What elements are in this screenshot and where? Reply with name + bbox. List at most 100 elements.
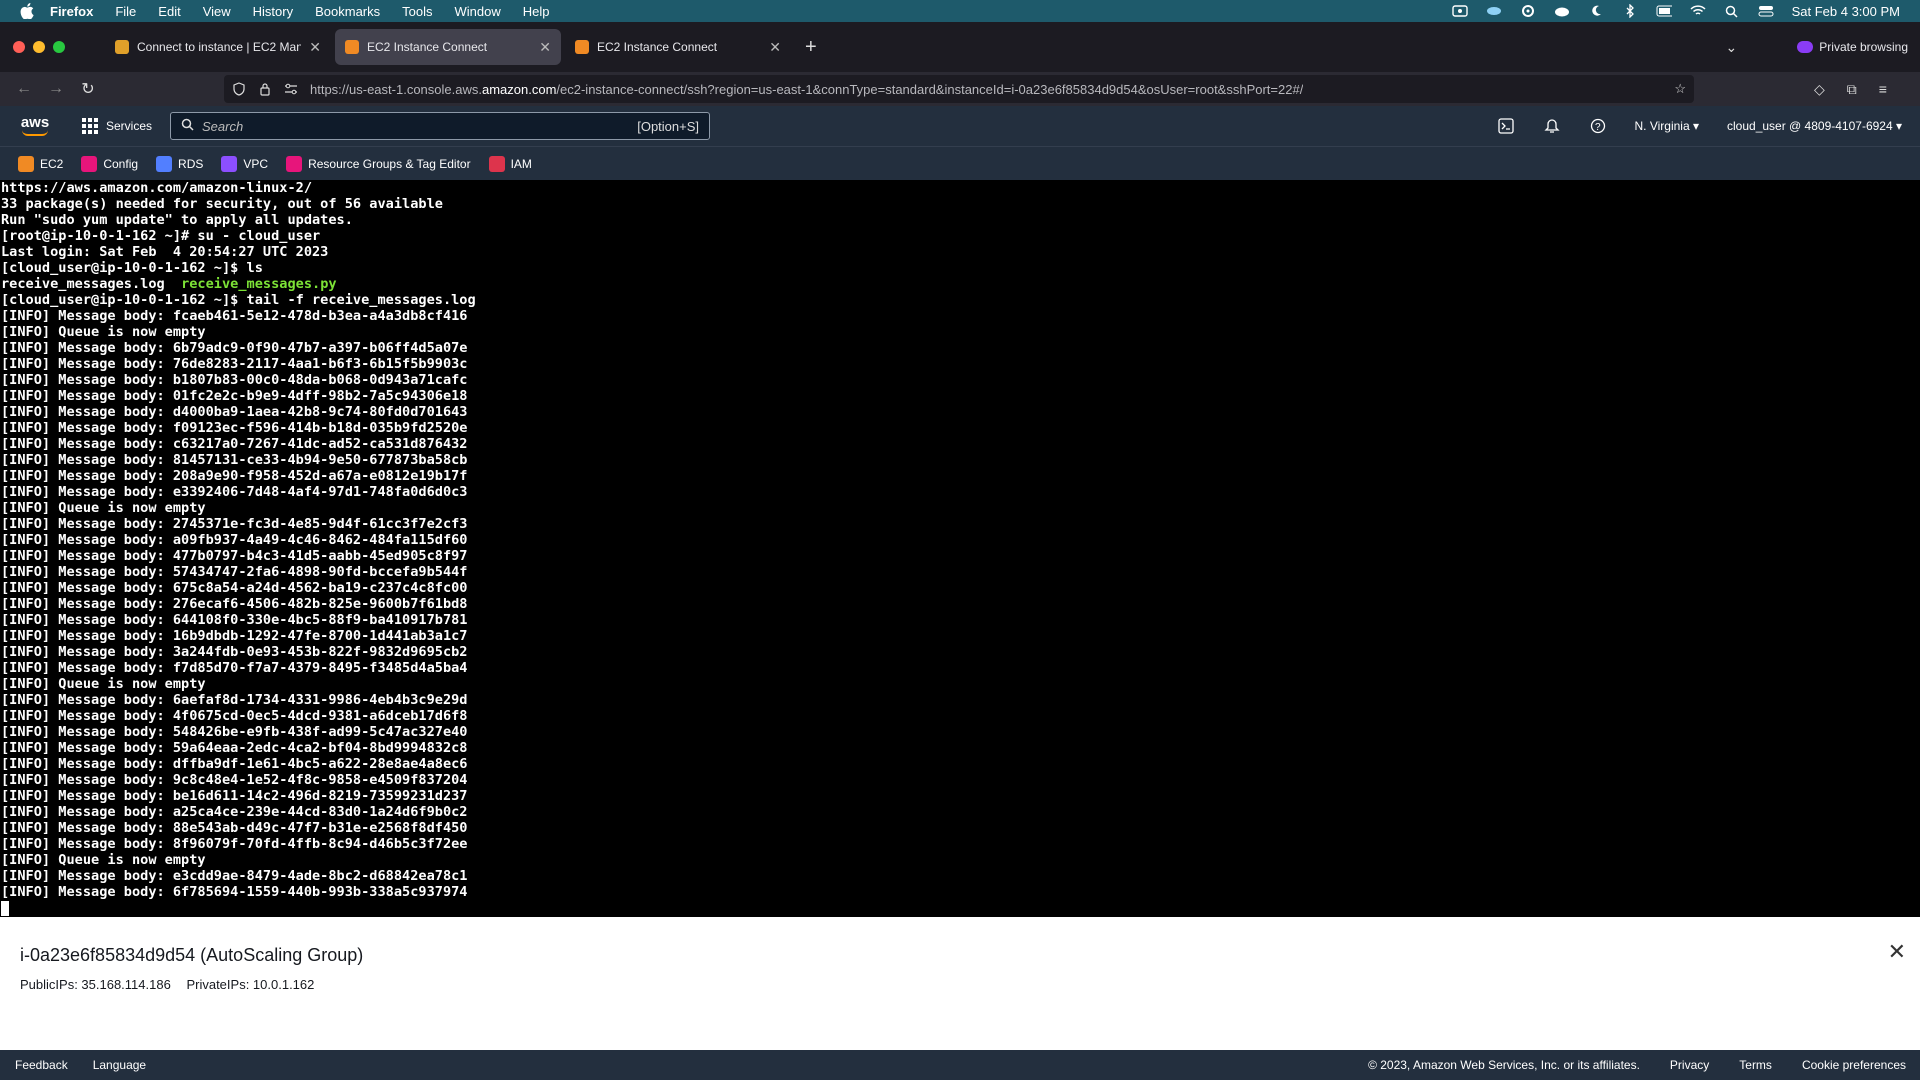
back-arrow-icon[interactable]: ← (8, 80, 40, 98)
private-ips: PrivateIPs: 10.0.1.162 (186, 977, 315, 992)
terminal-line: [INFO] Message body: 6f785694-1559-440b-… (1, 884, 468, 900)
favorite-config[interactable]: Config (81, 155, 139, 172)
menubar-datetime[interactable]: Sat Feb 4 3:00 PM (1792, 4, 1900, 19)
feedback-link[interactable]: Feedback (15, 1058, 68, 1072)
bluetooth-icon[interactable] (1622, 4, 1638, 18)
favorite-label: EC2 (40, 156, 64, 171)
services-menu-button[interactable]: Services (82, 118, 152, 134)
account-menu[interactable]: cloud_user @ 4809-4107-6924 ▾ (1727, 119, 1902, 133)
tab-label: EC2 Instance Connect (367, 40, 488, 54)
ssh-terminal[interactable]: https://aws.amazon.com/amazon-linux-2/ 3… (0, 180, 1920, 917)
aws-favorites-bar: EC2 Config RDS VPC Resource Groups & Tag… (0, 146, 1920, 180)
terminal-line: [INFO] Queue is now empty (1, 852, 206, 868)
notifications-bell-icon[interactable] (1543, 117, 1561, 135)
tab-label: EC2 Instance Connect (597, 40, 718, 54)
terminal-line: [INFO] Queue is now empty (1, 500, 206, 516)
favorite-ec2[interactable]: EC2 (18, 155, 64, 172)
privacy-link[interactable]: Privacy (1670, 1058, 1709, 1072)
terminal-line: [INFO] Message body: 675c8a54-a24d-4562-… (1, 580, 468, 596)
tracking-shield-icon[interactable] (232, 82, 246, 96)
cloudshell-icon[interactable] (1497, 117, 1515, 135)
language-link[interactable]: Language (93, 1058, 146, 1072)
terminal-line: [INFO] Message body: c63217a0-7267-41dc-… (1, 436, 468, 452)
favorite-vpc[interactable]: VPC (221, 155, 268, 172)
close-tab-icon[interactable]: ✕ (539, 39, 551, 56)
region-selector[interactable]: N. Virginia ▾ (1635, 119, 1700, 133)
help-icon[interactable]: ? (1589, 117, 1607, 135)
terminal-line: [INFO] Message body: 8f96079f-70fd-4ffb-… (1, 836, 468, 852)
control-center-icon[interactable] (1758, 4, 1774, 18)
pocket-icon[interactable]: ◇ (1814, 81, 1825, 98)
instance-ips: PublicIPs: 35.168.114.186 PrivateIPs: 10… (20, 977, 326, 992)
menu-app-firefox[interactable]: Firefox (50, 4, 93, 19)
hamburger-menu-icon[interactable]: ≡ (1879, 81, 1887, 98)
browser-tab-strip: Connect to instance | EC2 Mana ✕ EC2 Ins… (0, 22, 1920, 72)
menu-view[interactable]: View (203, 4, 231, 19)
terms-link[interactable]: Terms (1739, 1058, 1772, 1072)
terminal-line: [cloud_user@ip-10-0-1-162 ~]$ tail -f re… (1, 292, 476, 308)
apple-menu-icon[interactable] (18, 2, 36, 20)
close-panel-icon[interactable]: ✕ (1888, 939, 1906, 965)
menu-tools[interactable]: Tools (402, 4, 432, 19)
extensions-icon[interactable]: ⧉ (1847, 81, 1857, 98)
forward-arrow-icon[interactable]: → (40, 80, 72, 98)
tab-ec2-instance-connect-active[interactable]: EC2 Instance Connect ✕ (335, 29, 561, 65)
terminal-line: [INFO] Message body: dffba9df-1e61-4bc5-… (1, 756, 468, 772)
gear-icon[interactable] (1520, 4, 1536, 18)
menu-edit[interactable]: Edit (158, 4, 180, 19)
instance-title: i-0a23e6f85834d9d54 (AutoScaling Group) (20, 945, 364, 965)
bookmark-star-icon[interactable]: ☆ (1674, 81, 1686, 97)
ls-output-log: receive_messages.log (1, 276, 182, 292)
favorite-iam[interactable]: IAM (488, 155, 532, 172)
menu-help[interactable]: Help (523, 4, 550, 19)
close-tab-icon[interactable]: ✕ (309, 39, 321, 56)
battery-icon[interactable] (1656, 4, 1672, 18)
cloud-icon[interactable] (1554, 4, 1570, 18)
address-bar[interactable]: https://us-east-1.console.aws.amazon.com… (224, 75, 1694, 103)
spotlight-search-icon[interactable] (1724, 4, 1740, 18)
favorite-label: Config (103, 156, 139, 171)
favorite-rds[interactable]: RDS (156, 155, 203, 172)
menu-window[interactable]: Window (455, 4, 501, 19)
search-placeholder: Search (202, 118, 244, 134)
new-tab-plus-icon[interactable]: + (805, 36, 817, 59)
favorite-label: Resource Groups & Tag Editor (308, 156, 471, 171)
terminal-line: [INFO] Message body: 59a64eaa-2edc-4ca2-… (1, 740, 468, 756)
zoom-window-button[interactable] (53, 41, 65, 53)
close-window-button[interactable] (13, 41, 25, 53)
tab-favicon-icon (345, 40, 359, 54)
favorite-resource-groups[interactable]: Resource Groups & Tag Editor (286, 155, 471, 172)
menu-file[interactable]: File (115, 4, 136, 19)
terminal-line: [INFO] Message body: 81457131-ce33-4b94-… (1, 452, 468, 468)
terminal-line: 33 package(s) needed for security, out o… (1, 196, 443, 212)
aws-search-input[interactable]: Search [Option+S] (170, 112, 711, 140)
screen-record-icon[interactable] (1451, 4, 1468, 18)
terminal-line: [INFO] Message body: b1807b83-00c0-48da-… (1, 372, 468, 388)
private-browsing-label: Private browsing (1819, 40, 1908, 54)
svg-text:?: ? (1595, 122, 1601, 133)
services-label: Services (106, 119, 153, 133)
wifi-icon[interactable] (1690, 4, 1706, 18)
macos-menubar: Firefox File Edit View History Bookmarks… (0, 0, 1920, 22)
cookie-preferences-link[interactable]: Cookie preferences (1802, 1058, 1906, 1072)
aws-logo[interactable]: aws (18, 115, 52, 136)
moon-icon[interactable] (1588, 4, 1604, 18)
list-all-tabs-chevron-icon[interactable]: ⌄ (1726, 39, 1738, 56)
lock-icon[interactable] (258, 82, 272, 96)
minimize-window-button[interactable] (33, 41, 45, 53)
aws-console-footer: Feedback Language © 2023, Amazon Web Ser… (0, 1050, 1920, 1080)
terminal-line: [INFO] Message body: 16b9dbdb-1292-47fe-… (1, 628, 468, 644)
permissions-icon[interactable] (284, 82, 298, 96)
tab-connect-to-instance[interactable]: Connect to instance | EC2 Mana ✕ (105, 29, 331, 65)
terminal-cursor (1, 901, 9, 916)
menu-bookmarks[interactable]: Bookmarks (315, 4, 380, 19)
terminal-line: [INFO] Message body: e3392406-7d48-4af4-… (1, 484, 468, 500)
terminal-line: [INFO] Message body: a09fb937-4a49-4c46-… (1, 532, 468, 548)
tab-ec2-instance-connect[interactable]: EC2 Instance Connect ✕ (565, 29, 791, 65)
url-text: https://us-east-1.console.aws.amazon.com… (310, 81, 1304, 97)
reload-icon[interactable]: ↻ (72, 79, 104, 99)
terminal-pre-lines: https://aws.amazon.com/amazon-linux-2/ 3… (1, 180, 443, 276)
close-tab-icon[interactable]: ✕ (769, 39, 781, 56)
cloud-sync-icon[interactable] (1486, 4, 1502, 18)
menu-history[interactable]: History (253, 4, 293, 19)
